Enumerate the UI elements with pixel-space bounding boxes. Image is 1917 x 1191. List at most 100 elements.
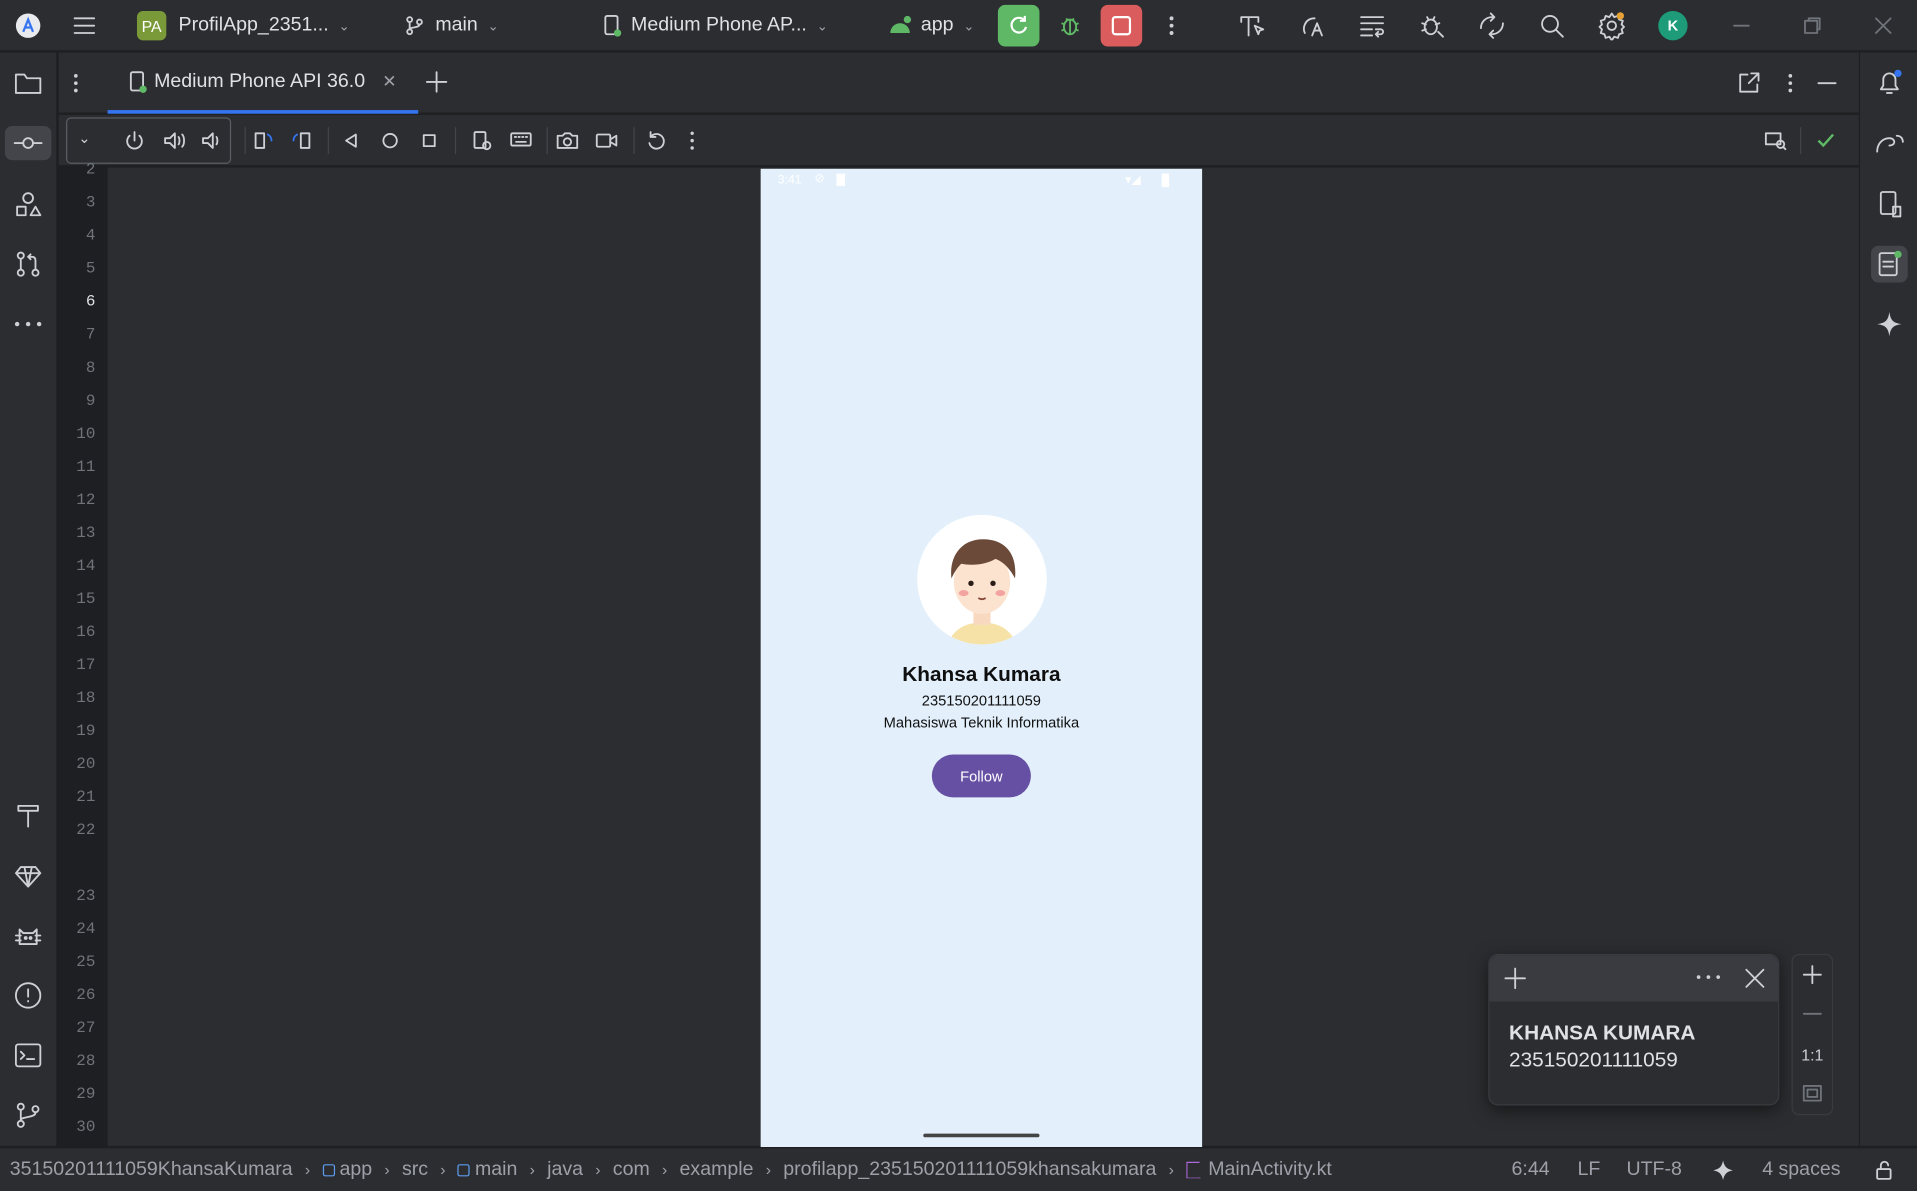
screen-record-icon[interactable]: [594, 130, 618, 152]
reset-icon[interactable]: [646, 130, 668, 152]
app-logo-icon[interactable]: [15, 0, 42, 51]
add-tab-icon[interactable]: [423, 68, 450, 95]
check-icon[interactable]: [1815, 130, 1837, 152]
translate-icon[interactable]: [1297, 0, 1326, 51]
close-tab-icon[interactable]: ✕: [382, 71, 396, 92]
layout-inspector-icon[interactable]: [1238, 0, 1267, 51]
breadcrumb-item[interactable]: MainActivity.kt: [1208, 1159, 1332, 1181]
terminal-icon[interactable]: [11, 1038, 45, 1072]
gemini-sparkle-icon[interactable]: [1871, 306, 1908, 343]
toolbar-divider: [633, 127, 635, 155]
add-icon[interactable]: [1502, 965, 1529, 992]
home-nav-icon[interactable]: [380, 131, 400, 151]
breadcrumb-item[interactable]: java: [547, 1159, 583, 1181]
project-selector[interactable]: PA ProfilApp_2351... ⌄: [136, 0, 350, 51]
apply-changes-button[interactable]: [997, 0, 1040, 51]
main-menu-icon[interactable]: [71, 0, 98, 51]
zoom-out-icon[interactable]: [1800, 1002, 1824, 1026]
line-number: 28: [76, 1051, 96, 1071]
breadcrumb-item[interactable]: src: [402, 1159, 428, 1181]
line-number: 20: [76, 754, 96, 773]
device-manager-icon[interactable]: [1871, 186, 1908, 223]
gradle-icon[interactable]: [1871, 125, 1908, 162]
ide-window: PA ProfilApp_2351... ⌄ main ⌄ Medium Pho…: [0, 0, 1917, 1191]
search-icon[interactable]: [1538, 0, 1565, 51]
debug-button[interactable]: [1057, 0, 1084, 51]
line-number: 25: [76, 952, 96, 971]
line-number: 2: [85, 160, 96, 179]
running-devices-icon[interactable]: [1871, 245, 1908, 283]
breadcrumb-item[interactable]: main: [475, 1159, 517, 1181]
problems-icon[interactable]: [11, 978, 45, 1012]
format-icon[interactable]: [1357, 0, 1386, 51]
lock-icon[interactable]: [1873, 1159, 1895, 1181]
floating-text-line1[interactable]: KHANSA KUMARA: [1509, 1021, 1695, 1045]
layout-inspect-icon[interactable]: [1763, 130, 1787, 152]
breadcrumb-item[interactable]: com: [613, 1159, 650, 1181]
zoom-fit-icon[interactable]: [1801, 1082, 1823, 1104]
close-icon[interactable]: [1743, 966, 1767, 990]
volume-down-icon[interactable]: [201, 130, 223, 152]
tab-running-device[interactable]: Medium Phone API 36.0 ✕: [107, 53, 419, 114]
external-window-icon[interactable]: [1737, 71, 1761, 95]
screenshot-camera-icon[interactable]: [555, 130, 579, 152]
run-config-selector[interactable]: app ⌄: [887, 0, 975, 51]
profile-name: Khansa Kumara: [902, 662, 1061, 687]
phone-screen[interactable]: 3:41 ⊘ ▾◢ Khansa Kumara 235150201111059 …: [760, 168, 1203, 1148]
hide-panel-icon[interactable]: [1815, 71, 1839, 95]
stop-button[interactable]: [1100, 0, 1143, 51]
minimize-window-icon[interactable]: [1732, 0, 1752, 51]
gesture-home-bar[interactable]: [923, 1133, 1040, 1138]
breadcrumb-root[interactable]: 35150201111059KhansaKumara: [10, 1159, 293, 1181]
caret-position[interactable]: 6:44: [1512, 1159, 1550, 1181]
more-options-icon[interactable]: [687, 130, 697, 152]
keyboard-icon[interactable]: [509, 130, 533, 152]
notifications-bell-icon[interactable]: [1871, 65, 1908, 102]
line-separator[interactable]: LF: [1578, 1159, 1601, 1181]
logcat-icon[interactable]: [11, 918, 45, 952]
breadcrumb-item[interactable]: app: [340, 1159, 373, 1181]
project-folder-icon[interactable]: [11, 66, 45, 100]
panel-options-icon[interactable]: [1781, 71, 1801, 95]
device-sync-icon[interactable]: [1477, 0, 1506, 51]
volume-up-icon[interactable]: [163, 130, 187, 152]
app-inspection-icon[interactable]: [1417, 0, 1446, 51]
breadcrumb-separator: ›: [595, 1160, 601, 1179]
back-nav-icon[interactable]: [341, 131, 361, 151]
toolbar-divider: [327, 127, 329, 155]
chevron-down-icon[interactable]: ⌄: [78, 130, 90, 147]
ai-assist-icon[interactable]: [1712, 1159, 1734, 1181]
more-actions-icon[interactable]: [1162, 0, 1182, 51]
more-tools-icon[interactable]: [11, 307, 45, 341]
zoom-in-icon[interactable]: [1800, 962, 1824, 986]
breadcrumb-item[interactable]: profilapp_235150201111059khansakumara: [783, 1159, 1156, 1181]
chevron-down-icon: ⌄: [487, 18, 499, 34]
follow-button[interactable]: Follow: [931, 754, 1031, 798]
breadcrumb-item[interactable]: example: [680, 1159, 754, 1181]
version-control-icon[interactable]: [11, 1098, 45, 1132]
gem-icon[interactable]: [11, 858, 45, 892]
breadcrumb-separator: ›: [384, 1160, 390, 1179]
floating-text-line2[interactable]: 235150201111059: [1509, 1048, 1678, 1072]
commit-icon[interactable]: [4, 125, 52, 161]
file-encoding[interactable]: UTF-8: [1626, 1159, 1681, 1181]
close-window-icon[interactable]: [1873, 0, 1893, 51]
device-settings-icon[interactable]: [471, 130, 493, 152]
pull-requests-icon[interactable]: [11, 247, 45, 281]
restore-window-icon[interactable]: [1803, 0, 1823, 51]
power-icon[interactable]: [124, 130, 146, 152]
user-avatar[interactable]: K: [1658, 0, 1688, 51]
indent-setting[interactable]: 4 spaces: [1762, 1159, 1840, 1181]
line-number: 14: [76, 556, 96, 575]
zoom-actual-size[interactable]: 1:1: [1793, 1046, 1832, 1064]
rotate-left-icon[interactable]: [252, 130, 274, 152]
device-selector[interactable]: Medium Phone AP... ⌄: [602, 0, 828, 51]
more-horizontal-icon[interactable]: [1695, 967, 1722, 987]
settings-gear-icon[interactable]: [1597, 0, 1626, 51]
overview-nav-icon[interactable]: [419, 131, 439, 151]
resource-manager-icon[interactable]: [11, 187, 45, 221]
rotate-right-icon[interactable]: [291, 130, 313, 152]
tabs-menu-icon[interactable]: [66, 72, 86, 94]
branch-selector[interactable]: main ⌄: [404, 0, 499, 51]
build-hammer-icon[interactable]: [11, 799, 45, 833]
